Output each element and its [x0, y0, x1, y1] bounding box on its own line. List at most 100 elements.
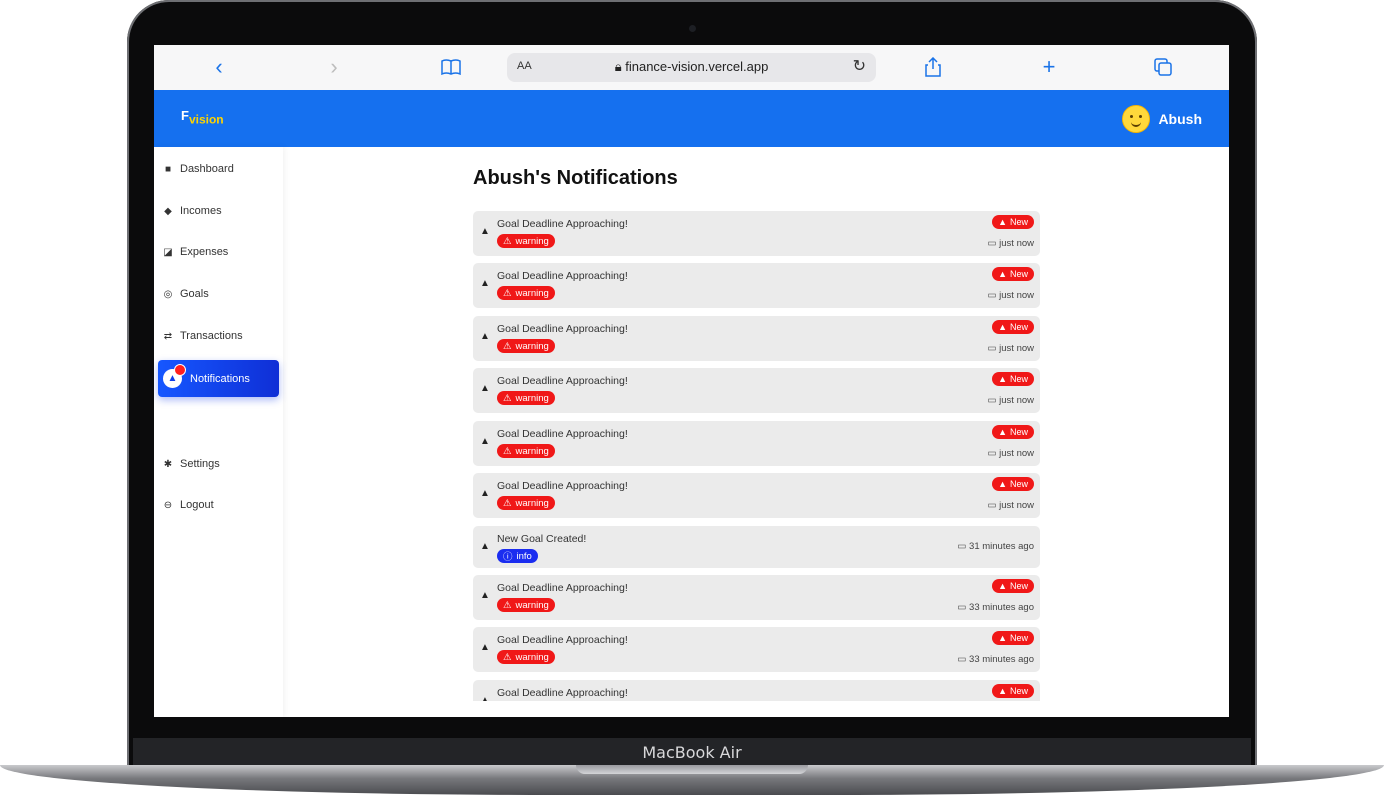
- calendar-icon: ▭: [987, 395, 997, 406]
- laptop-chin: MacBook Air: [133, 738, 1251, 766]
- avatar: [1122, 105, 1151, 133]
- tabs-icon[interactable]: [1152, 54, 1174, 80]
- type-badge: ⚠ warning: [497, 339, 555, 353]
- notification-message: New Goal Created!: [497, 533, 587, 545]
- sidebar-item-logout[interactable]: ⊖ Logout: [162, 499, 214, 511]
- notification-item[interactable]: ▲ Goal Deadline Approaching! ⚠ warning ▲ New ▭…: [473, 473, 1040, 518]
- notification-message: Goal Deadline Approaching!: [497, 218, 628, 230]
- notification-message: Goal Deadline Approaching!: [497, 375, 628, 387]
- bell-icon: ▲: [480, 541, 490, 552]
- back-icon[interactable]: ‹: [209, 54, 229, 80]
- sidebar: ■ Dashboard ◆ Incomes ◪ Expenses ◎ Goals ⇄ Tr…: [154, 147, 283, 717]
- bell-icon: ▲: [480, 695, 490, 701]
- share-icon[interactable]: [922, 54, 944, 80]
- warning-icon: ⚠: [503, 340, 512, 352]
- calendar-icon: ▭: [957, 602, 967, 613]
- arrows-icon: ⇄: [163, 330, 173, 342]
- bell-icon: ▲: [480, 278, 490, 289]
- new-badge: ▲ New: [992, 631, 1034, 645]
- address-bar[interactable]: AA 🔒︎ finance-vision.vercel.app ↻: [507, 53, 876, 82]
- notification-item[interactable]: ▲ Goal Deadline Approaching! ⚠ warning ▲ New ▭…: [473, 368, 1040, 413]
- logout-icon: ⊖: [163, 499, 173, 511]
- safari-toolbar: ‹ › AA 🔒︎ finance-vision.vercel.app ↻ +: [154, 45, 1229, 91]
- notification-item[interactable]: ▲ Goal Deadline Approaching! ⚠ warning ▲ New ▭…: [473, 211, 1040, 256]
- new-badge: ▲ New: [992, 579, 1034, 593]
- notification-message: Goal Deadline Approaching!: [497, 634, 628, 646]
- bell-icon: ▲: [998, 427, 1007, 437]
- type-badge: ⚠ warning: [497, 286, 555, 300]
- new-tab-icon[interactable]: +: [1038, 54, 1060, 80]
- notification-time: ▭ 33 minutes ago: [957, 654, 1034, 665]
- notification-item[interactable]: ▲ New Goal Created! ⓘ info ▭ 31 minutes ago: [473, 526, 1040, 568]
- type-badge: ⚠ warning: [497, 496, 555, 510]
- app-logo[interactable]: Fvision: [181, 108, 224, 127]
- expenses-icon: ◪: [163, 246, 173, 258]
- sidebar-item-transactions[interactable]: ⇄ Transactions: [162, 330, 243, 342]
- type-badge: ⓘ info: [497, 549, 538, 563]
- gear-icon: ✱: [163, 458, 173, 470]
- bell-icon: ▲: [998, 374, 1007, 384]
- sidebar-item-dashboard[interactable]: ■ Dashboard: [162, 163, 234, 175]
- url-text: finance-vision.vercel.app: [625, 59, 769, 74]
- sidebar-item-goals[interactable]: ◎ Goals: [162, 288, 209, 300]
- bell-icon: ▲: [998, 322, 1007, 332]
- notification-message: Goal Deadline Approaching!: [497, 582, 628, 594]
- bell-icon: ▲: [163, 364, 186, 388]
- warning-icon: ⚠: [503, 651, 512, 663]
- camera-dot: [689, 25, 696, 32]
- bell-icon: ▲: [998, 633, 1007, 643]
- notification-message: Goal Deadline Approaching!: [497, 323, 628, 335]
- laptop-notch: [576, 765, 808, 774]
- new-badge: ▲ New: [992, 320, 1034, 334]
- new-badge: ▲ New: [992, 215, 1034, 229]
- notification-item[interactable]: ▲ Goal Deadline Approaching! ⚠ warning ▲ New ▭…: [473, 627, 1040, 672]
- notification-item[interactable]: ▲ Goal Deadline Approaching! ⚠ warning ▲ New ▭…: [473, 421, 1040, 466]
- notification-message: Goal Deadline Approaching!: [497, 687, 628, 699]
- bell-icon: ▲: [998, 479, 1007, 489]
- new-badge: ▲ New: [992, 477, 1034, 491]
- new-badge: ▲ New: [992, 372, 1034, 386]
- user-menu[interactable]: Abush: [1122, 105, 1202, 133]
- notification-time: ▭ just now: [987, 395, 1034, 406]
- new-badge: ▲ New: [992, 425, 1034, 439]
- notification-time: ▭ 33 minutes ago: [957, 602, 1034, 613]
- notification-item[interactable]: ▲Goal Deadline Approaching!⚠warning▲New: [473, 680, 1040, 701]
- calendar-icon: ▭: [987, 238, 997, 249]
- notification-message: Goal Deadline Approaching!: [497, 428, 628, 440]
- notification-time: ▭ just now: [987, 343, 1034, 354]
- bell-icon: ▲: [998, 686, 1007, 696]
- notification-item[interactable]: ▲ Goal Deadline Approaching! ⚠ warning ▲ New ▭…: [473, 263, 1040, 308]
- sidebar-item-expenses[interactable]: ◪ Expenses: [162, 246, 228, 258]
- bell-icon: ▲: [998, 581, 1007, 591]
- notification-message: Goal Deadline Approaching!: [497, 270, 628, 282]
- bookmarks-icon[interactable]: [440, 54, 462, 80]
- reload-icon[interactable]: ↻: [853, 56, 866, 76]
- forward-icon[interactable]: ›: [324, 54, 344, 80]
- calendar-icon: ▭: [987, 448, 997, 459]
- notification-time: ▭ just now: [987, 290, 1034, 301]
- calendar-icon: ▭: [987, 343, 997, 354]
- device-label: MacBook Air: [642, 743, 742, 762]
- notification-time: ▭ just now: [987, 238, 1034, 249]
- notification-list: ▲ Goal Deadline Approaching! ⚠ warning ▲ New ▭…: [473, 211, 1040, 701]
- lock-icon: 🔒︎: [614, 59, 622, 74]
- warning-icon: ⚠: [503, 235, 512, 247]
- bell-icon: ▲: [480, 331, 490, 342]
- sidebar-item-incomes[interactable]: ◆ Incomes: [162, 205, 221, 217]
- sidebar-item-notifications[interactable]: ▲ Notifications: [158, 360, 279, 397]
- calendar-icon: ▭: [957, 541, 967, 552]
- calendar-icon: ▭: [957, 654, 967, 665]
- type-badge: ⚠ warning: [497, 444, 555, 458]
- notification-item[interactable]: ▲ Goal Deadline Approaching! ⚠ warning ▲ New ▭…: [473, 316, 1040, 361]
- notification-dot: [174, 364, 186, 376]
- notification-time: ▭ 31 minutes ago: [957, 541, 1034, 552]
- target-icon: ◎: [163, 288, 173, 300]
- type-badge: ⚠ warning: [497, 391, 555, 405]
- notification-item[interactable]: ▲ Goal Deadline Approaching! ⚠ warning ▲ New ▭…: [473, 575, 1040, 620]
- sidebar-item-settings[interactable]: ✱ Settings: [162, 458, 220, 470]
- type-badge: ⚠ warning: [497, 234, 555, 248]
- bell-icon: ▲: [480, 642, 490, 653]
- page-title: Abush's Notifications: [473, 167, 678, 189]
- new-badge: ▲ New: [992, 267, 1034, 281]
- warning-icon: ⚠: [503, 445, 512, 457]
